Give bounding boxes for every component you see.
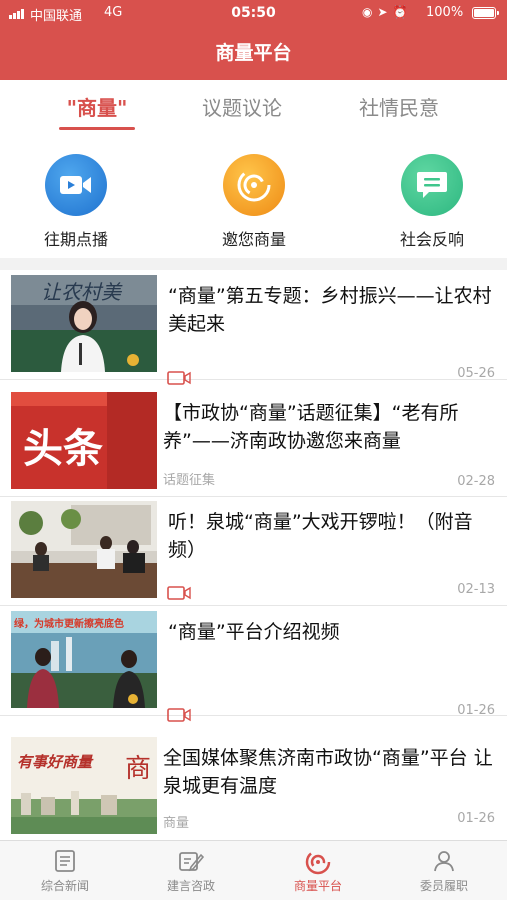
news-title: “商量”第五专题：乡村振兴——让农村美起来 [168, 285, 492, 335]
nav-advice[interactable]: 建言咨政 [141, 849, 241, 894]
news-item[interactable]: 头条 【市政协“商量”话题征集】“老有所养”——济南政协邀您来商量 话题征集 0… [0, 387, 507, 497]
replay-button[interactable]: 往期点播 [16, 148, 136, 250]
video-icon [167, 371, 191, 385]
news-date: 01-26 [457, 811, 495, 826]
social-feedback-label: 社会反响 [399, 230, 464, 249]
location-icon: ➤ [377, 5, 393, 19]
newspaper-icon [55, 850, 75, 872]
message-icon [401, 154, 463, 216]
news-title: 【市政协“商量”话题征集】“老有所养”——济南政协邀您来商量 [163, 402, 459, 452]
tab-shangliang[interactable]: "商量" [37, 92, 157, 121]
status-bar: 中国联通 4G 05:50 ◉➤⏰ 100% [0, 0, 507, 28]
section-divider [0, 258, 507, 270]
news-item[interactable]: 听！泉城“商量”大戏开锣啦！（附音频） 02-13 [0, 496, 507, 606]
nav-general-news[interactable]: 综合新闻 [15, 849, 115, 894]
news-thumbnail [11, 501, 157, 598]
news-title: 听！泉城“商量”大戏开锣啦！（附音频） [168, 511, 473, 561]
video-icon [167, 708, 191, 722]
bottom-tab-bar: 综合新闻 建言咨政 商量平台 委员履职 [0, 840, 507, 900]
nav-label: 委员履职 [419, 879, 468, 893]
invite-discuss-button[interactable]: 邀您商量 [194, 148, 314, 250]
battery-percent: 100% [426, 5, 464, 20]
status-icons: ◉➤⏰ [362, 5, 413, 19]
news-item[interactable]: 绿，为城市更新擦亮底色 “商量”平台介绍视频 01-26 [0, 606, 507, 722]
news-item[interactable]: 让农村美 “商量”第五专题：乡村振兴——让农村美起来 05-26 [0, 270, 507, 385]
news-title: 全国媒体聚焦济南市政协“商量”平台 让泉城更有温度 [163, 747, 493, 797]
thumb-logo-glyph: 商 [125, 754, 151, 784]
person-icon [434, 851, 454, 872]
news-tag: 话题征集 [163, 473, 216, 488]
news-date: 02-28 [457, 474, 495, 489]
news-thumbnail: 让农村美 [11, 275, 157, 372]
nav-label: 综合新闻 [40, 879, 89, 893]
news-title: “商量”平台介绍视频 [168, 621, 340, 643]
active-tab-indicator [59, 127, 135, 130]
top-tabs: "商量" 议题议论 社情民意 [0, 80, 507, 132]
video-camera-icon [45, 154, 107, 216]
nav-label: 商量平台 [293, 879, 342, 893]
news-date: 05-26 [457, 366, 495, 381]
nav-shangliang-platform[interactable]: 商量平台 [268, 849, 368, 894]
thumb-caption: 让农村美 [41, 280, 123, 304]
invite-discuss-label: 邀您商量 [221, 230, 286, 249]
swirl-logo-icon [223, 154, 285, 216]
video-icon [167, 586, 191, 600]
news-thumbnail: 头条 [11, 392, 157, 489]
news-thumbnail: 有事好商量 商 [11, 737, 157, 834]
battery-icon [472, 7, 499, 19]
app-header: 中国联通 4G 05:50 ◉➤⏰ 100% 商量平台 [0, 0, 507, 80]
rotation-lock-icon: ◉ [362, 5, 378, 19]
page-title: 商量平台 [215, 42, 292, 64]
swirl-logo-icon [305, 849, 331, 875]
social-feedback-button[interactable]: 社会反响 [372, 148, 492, 250]
tab-yiti-yilun[interactable]: 议题议论 [182, 92, 302, 121]
alarm-icon: ⏰ [392, 5, 413, 19]
nav-label: 建言咨政 [166, 879, 215, 893]
news-date: 02-13 [457, 582, 495, 597]
nav-member-duties[interactable]: 委员履职 [394, 849, 494, 894]
thumb-caption: 头条 [23, 426, 103, 472]
pen-note-icon [179, 852, 205, 872]
news-date: 01-26 [457, 703, 495, 718]
news-item[interactable]: 有事好商量 商 全国媒体聚焦济南市政协“商量”平台 让泉城更有温度 商量 01-… [0, 732, 507, 842]
thumb-caption: 有事好商量 [17, 753, 94, 771]
replay-label: 往期点播 [43, 230, 108, 249]
thumb-caption: 绿，为城市更新擦亮底色 [14, 617, 124, 630]
news-tag: 商量 [163, 816, 190, 831]
tab-sheqing-minyi[interactable]: 社情民意 [339, 92, 459, 121]
news-thumbnail: 绿，为城市更新擦亮底色 [11, 611, 157, 708]
quick-actions: 往期点播 邀您商量 社会反响 [0, 148, 507, 250]
